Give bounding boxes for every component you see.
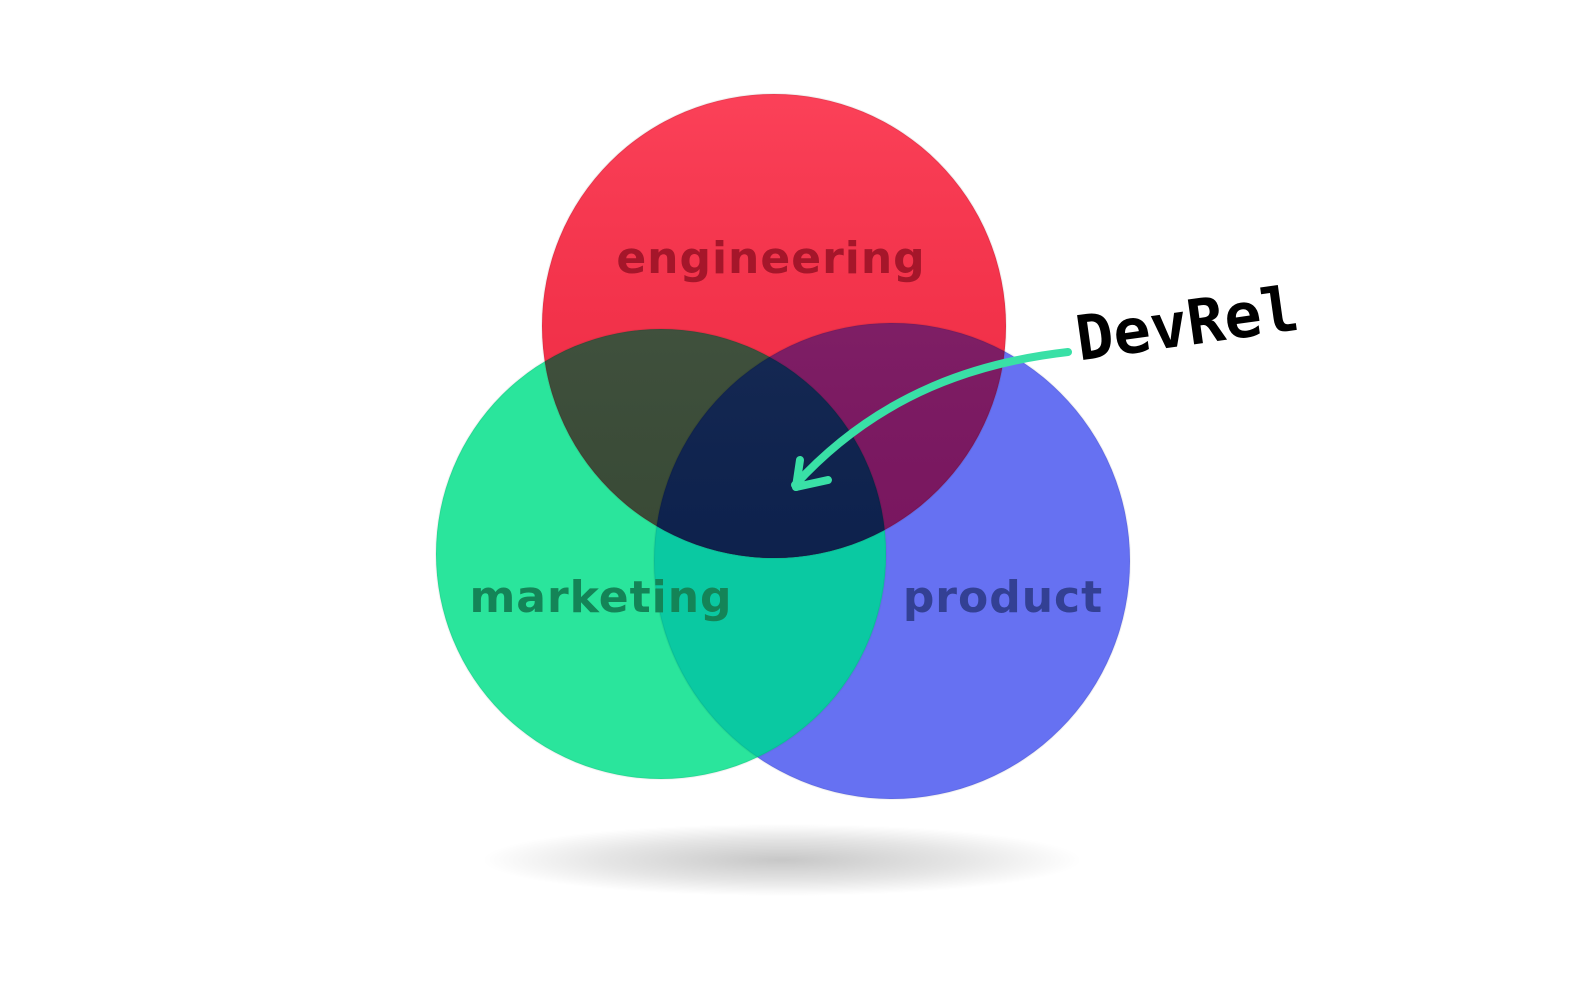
marketing-label: marketing	[469, 572, 732, 623]
venn-diagram: engineering marketing product DevRel	[435, 93, 1303, 896]
devrel-label: DevRel	[1071, 272, 1303, 375]
ground-shadow	[482, 824, 1082, 896]
engineering-label: engineering	[616, 233, 925, 284]
engineering-rim	[541, 93, 1007, 559]
product-label: product	[903, 572, 1103, 623]
